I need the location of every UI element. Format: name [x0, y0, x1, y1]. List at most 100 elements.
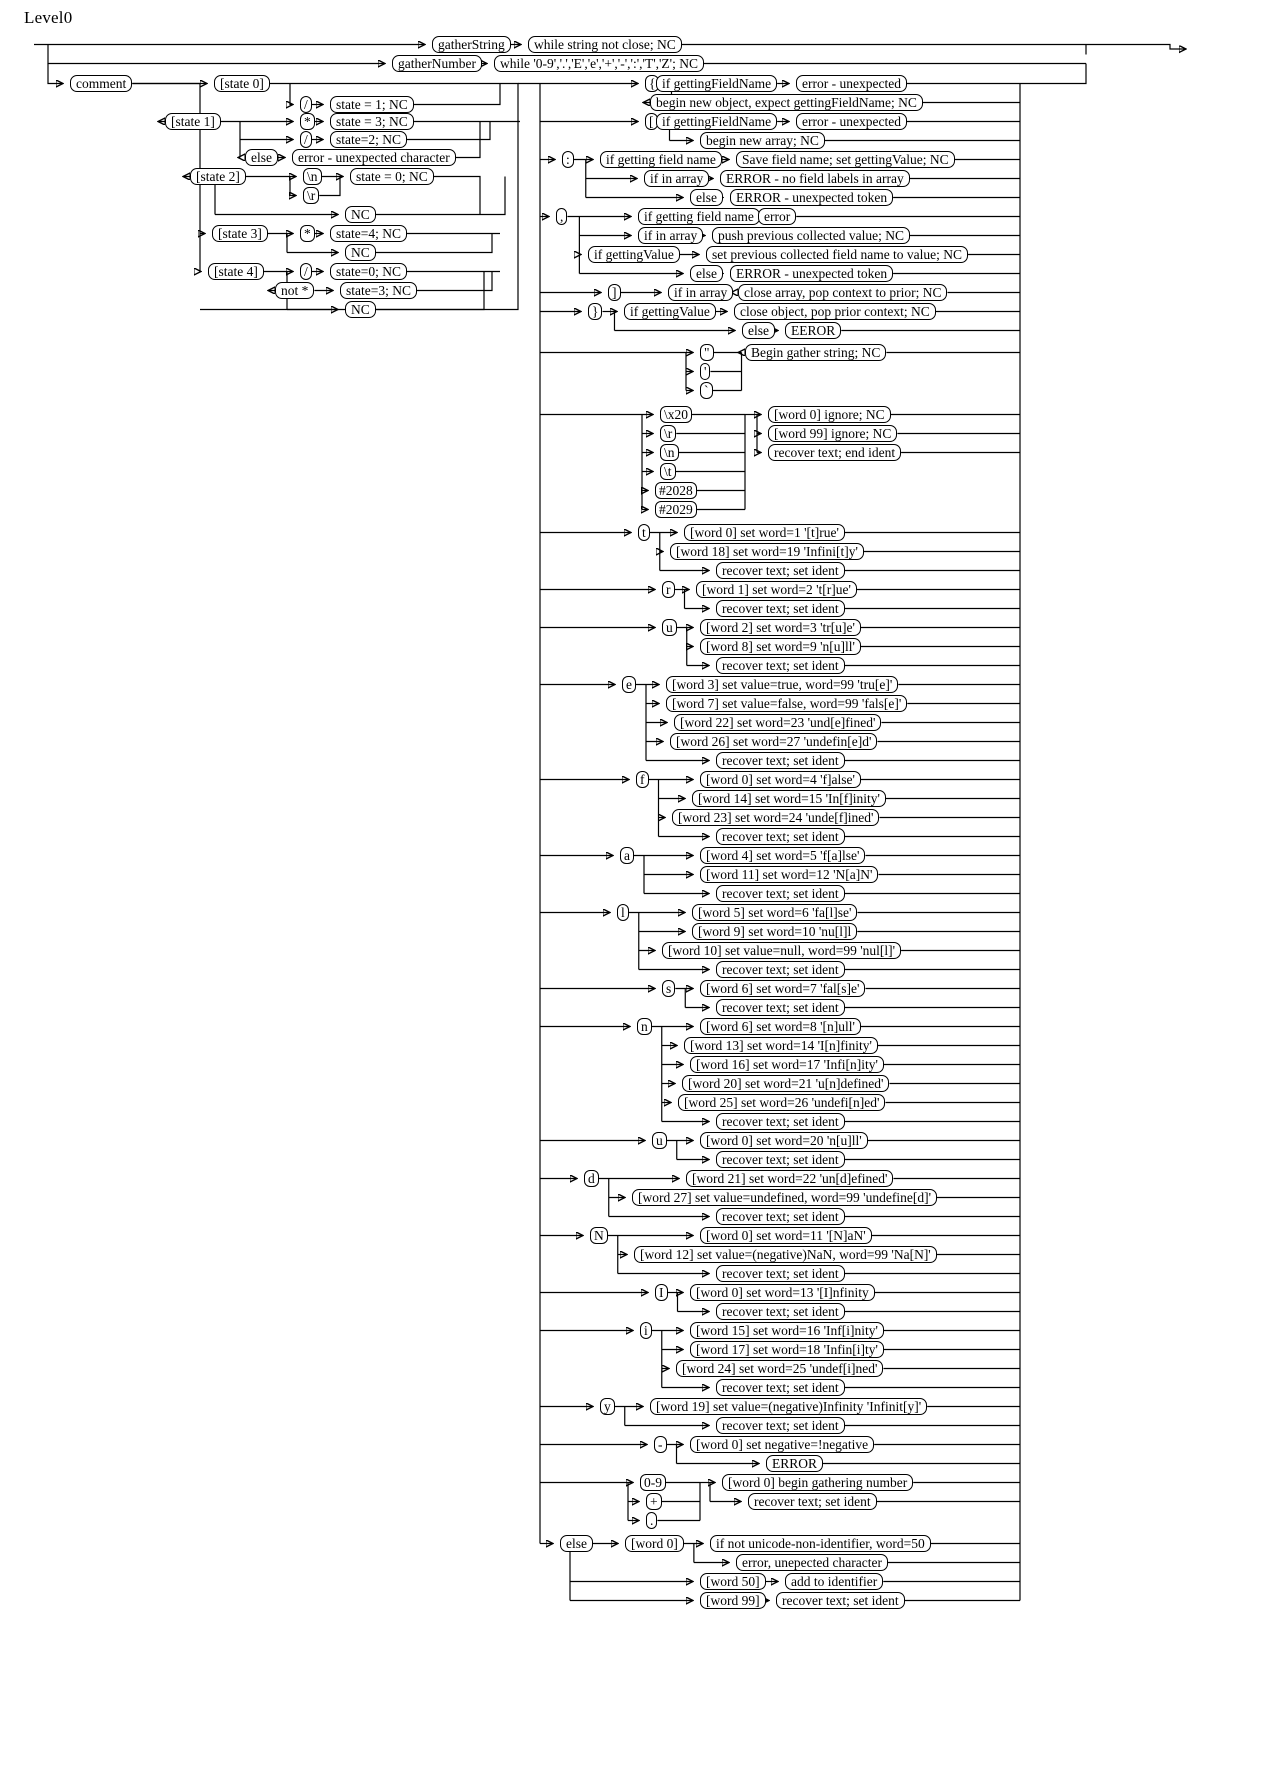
- node-fallback-word50-action: add to identifier: [785, 1573, 884, 1590]
- node-state2-token-n: \n: [303, 168, 322, 185]
- node-state2-token-r: \r: [303, 187, 320, 204]
- node-letter-action-8-0: [word 6] set word=8 '[n]ull': [700, 1018, 861, 1035]
- node-letter-d-10: d: [584, 1170, 599, 1187]
- node-letter-action-4-3: recover text; set ident: [716, 828, 845, 845]
- node-letter-action-6-0: [word 5] set word=6 'fa[l]se': [692, 904, 858, 921]
- node-state0-token: /: [300, 96, 312, 113]
- node-letter-action-11-1: [word 12] set value=(negative)NaN, word=…: [634, 1246, 937, 1263]
- node-ws-3: \t: [660, 463, 676, 480]
- node-letter-action-4-2: [word 23] set word=24 'unde[f]ined': [672, 809, 880, 826]
- node-quote-action: Begin gather string; NC: [745, 344, 887, 361]
- node-letter-action-4-1: [word 14] set word=15 'In[f]inity': [692, 790, 886, 807]
- node-cond-comma-0: if getting field name: [638, 208, 760, 225]
- node-ws-2: \n: [660, 444, 679, 461]
- node-letter-action-14-0: [word 19] set value=(negative)Infinity '…: [650, 1398, 928, 1415]
- node-letter-action-5-2: recover text; set ident: [716, 885, 845, 902]
- node-letter-action-13-3: recover text; set ident: [716, 1379, 845, 1396]
- node-cond-comma-3: else: [690, 265, 723, 282]
- node-letter-action-9-0: [word 0] set word=20 'n[u]ll': [700, 1132, 868, 1149]
- node-cond-comma-2: if gettingValue: [588, 246, 680, 263]
- node-action-close-brace-0: close object, pop prior context; NC: [734, 303, 936, 320]
- node-gather-number: gatherNumber: [392, 55, 482, 72]
- node-state1-token-1: /: [300, 131, 312, 148]
- node-state4-action-0: state=0; NC: [330, 263, 407, 280]
- node-state4-token-1: not *: [275, 282, 315, 299]
- node-cond-close-brace-0: if gettingValue: [624, 303, 716, 320]
- node-action-comma-2: set previous collected field name to val…: [706, 246, 969, 263]
- node-state-3: [state 3]: [212, 225, 268, 242]
- node-letter-action-0-1: [word 18] set word=19 'Infini[t]y': [670, 543, 864, 560]
- node-state-1: [state 1]: [165, 113, 221, 130]
- node-state2-nc: NC: [345, 206, 376, 223]
- node-action-open-bracket-1: begin new array; NC: [700, 132, 825, 149]
- node-letter-action-6-1: [word 9] set word=10 'nu[l]l: [692, 923, 858, 940]
- node-letter-action-8-1: [word 13] set word=14 'I[n]finity': [684, 1037, 878, 1054]
- node-letter-action-1-0: [word 1] set word=2 't[r]ue': [696, 581, 857, 598]
- node-state4-token-0: /: [300, 263, 312, 280]
- node-token-close-bracket: ]: [608, 284, 621, 301]
- node-action-open-brace-1: begin new object, expect gettingFieldNam…: [650, 94, 923, 111]
- node-fallback-word99-action: recover text; set ident: [776, 1592, 905, 1609]
- node-letter-action-3-4: recover text; set ident: [716, 752, 845, 769]
- node-number-2: .: [646, 1512, 658, 1529]
- node-letter-action-5-0: [word 4] set word=5 'f[a]lse': [700, 847, 866, 864]
- node-cond-comma-1: if in array: [638, 227, 704, 244]
- node-state4-nc: NC: [345, 301, 376, 318]
- node-letter-r-1: r: [662, 581, 675, 598]
- node-letter-e-3: e: [622, 676, 636, 693]
- node-ws-1: \r: [660, 425, 677, 442]
- node-letter-action-6-2: [word 10] set value=null, word=99 'nul[l…: [662, 942, 902, 959]
- node-fallback-word0: [word 0]: [625, 1535, 684, 1552]
- node-letter-action-4-0: [word 0] set word=4 'f]alse': [700, 771, 861, 788]
- node-fallback-word0-action-1: error, unepected character: [736, 1554, 888, 1571]
- node-number-action-0: [word 0] begin gathering number: [722, 1474, 914, 1491]
- node-letter-action-0-0: [word 0] set word=1 '[t]rue': [684, 524, 845, 541]
- node-letter-action-3-0: [word 3] set value=true, word=99 'tru[e]…: [666, 676, 899, 693]
- node-letter-action-1-1: recover text; set ident: [716, 600, 845, 617]
- node-letter-action-8-4: [word 25] set word=26 'undefi[n]ed': [678, 1094, 886, 1111]
- node-letter-action-8-3: [word 20] set word=21 'u[n]defined': [682, 1075, 890, 1092]
- node-letter-action-2-0: [word 2] set word=3 'tr[u]e': [700, 619, 861, 636]
- node-comment: comment: [70, 75, 133, 92]
- node-letter-l-6: l: [617, 904, 629, 921]
- node-letter-u-9: u: [652, 1132, 667, 1149]
- node-ws-0: \x20: [660, 406, 693, 423]
- node-ws-action-0: [word 0] ignore; NC: [768, 406, 891, 423]
- node-letter-action-7-0: [word 6] set word=7 'fal[s]e': [700, 980, 866, 997]
- node-letter-action-5-1: [word 11] set word=12 'N[a]N': [700, 866, 879, 883]
- node-letter-a-5: a: [620, 847, 634, 864]
- node-letter-action-13-0: [word 15] set word=16 'Inf[i]nity': [690, 1322, 884, 1339]
- node-letter-y-14: y: [600, 1398, 615, 1415]
- node-cond-colon-2: else: [690, 189, 723, 206]
- node-letter-action-14-1: recover text; set ident: [716, 1417, 845, 1434]
- node-fallback-else: else: [560, 1535, 593, 1552]
- node-cond-colon-1: if in array: [644, 170, 710, 187]
- node-letter-action-3-3: [word 26] set word=27 'undefin[e]d': [670, 733, 878, 750]
- node-ws-action-1: [word 99] ignore; NC: [768, 425, 898, 442]
- node-letter-f-4: f: [636, 771, 649, 788]
- node-ws-action-2: recover text; end ident: [768, 444, 902, 461]
- node-action-open-bracket-0: error - unexpected: [796, 113, 907, 130]
- node-token-comma: ,: [556, 208, 568, 225]
- node-letter-action-0-2: recover text; set ident: [716, 562, 845, 579]
- node-state3-nc: NC: [345, 244, 376, 261]
- node-letter-action-15-0: [word 0] set negative=!negative: [690, 1436, 875, 1453]
- node-letter-action-13-1: [word 17] set word=18 'Infin[i]ty': [690, 1341, 884, 1358]
- node-action-comma-0: error: [758, 208, 797, 225]
- node-letter-action-12-0: [word 0] set word=13 '[I]nfinity: [690, 1284, 875, 1301]
- node-letter-n-8: n: [637, 1018, 652, 1035]
- node-state4-action-1: state=3; NC: [340, 282, 417, 299]
- node-state1-action-0: state = 3; NC: [330, 113, 414, 130]
- node-fallback-word50: [word 50]: [700, 1573, 766, 1590]
- railroad-diagram-canvas: Level0 gatherString while string not clos…: [0, 0, 1275, 1771]
- node-letter-action-6-3: recover text; set ident: [716, 961, 845, 978]
- connector-wires: [34, 0, 1275, 1771]
- node-action-comma-3: ERROR - unexpected token: [730, 265, 894, 282]
- node-token-colon: :: [562, 151, 574, 168]
- node-letter-i-13: i: [640, 1322, 652, 1339]
- node-letter-action-7-1: recover text; set ident: [716, 999, 845, 1016]
- node-number-0: 0-9: [640, 1474, 666, 1491]
- node-letter-action-10-2: recover text; set ident: [716, 1208, 845, 1225]
- node-letter-action-3-1: [word 7] set value=false, word=99 'fals[…: [666, 695, 908, 712]
- node-letter---15: -: [654, 1436, 667, 1453]
